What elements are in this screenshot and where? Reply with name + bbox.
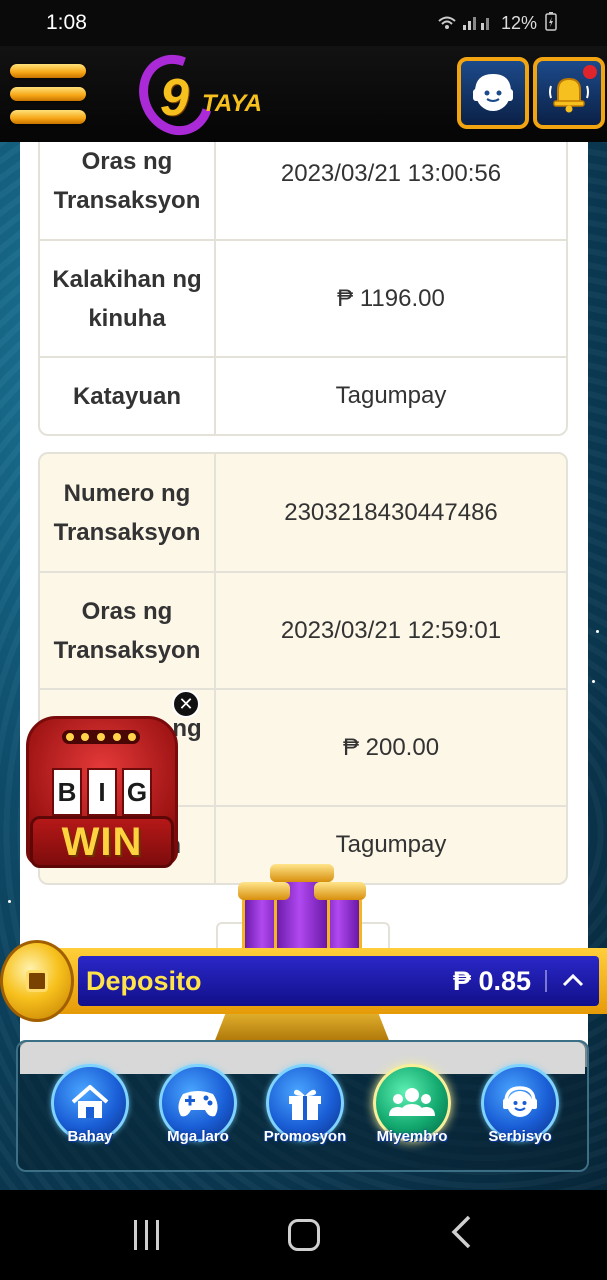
sparkle bbox=[592, 680, 595, 683]
nav-item-members[interactable]: Miyembro bbox=[370, 1064, 454, 1164]
row-value: 2303218430447486 bbox=[284, 498, 498, 526]
notification-button[interactable] bbox=[533, 57, 605, 129]
nav-label: Serbisyo bbox=[488, 1128, 552, 1145]
row-value: 2023/03/21 13:00:56 bbox=[280, 160, 502, 187]
table-row: Oras ng Transaksyon 2023/03/21 13:00:56 bbox=[40, 142, 566, 239]
row-label: Katayuan bbox=[40, 358, 216, 434]
nav-label: Mga laro bbox=[167, 1128, 229, 1145]
back-icon[interactable] bbox=[449, 1214, 473, 1257]
brand-logo[interactable]: 9 TAYA bbox=[126, 42, 270, 148]
gift-icon bbox=[289, 1089, 321, 1120]
deposit-label: Deposito bbox=[86, 965, 202, 996]
status-indicators: 12% bbox=[437, 11, 557, 36]
nav-item-games[interactable]: Mga laro bbox=[156, 1064, 240, 1164]
close-icon[interactable]: ✕ bbox=[172, 690, 200, 718]
system-navigation-bar bbox=[0, 1190, 607, 1280]
sparkle bbox=[596, 630, 599, 633]
wifi-signal-icon bbox=[437, 13, 493, 34]
sparkle bbox=[8, 900, 11, 903]
nav-item-service[interactable]: Serbisyo bbox=[478, 1064, 562, 1164]
reel-letter: B bbox=[52, 768, 82, 816]
coin-icon bbox=[0, 940, 74, 1022]
status-bar: 1:08 12% bbox=[0, 0, 607, 46]
chevron-up-icon[interactable] bbox=[561, 967, 585, 995]
balance-amount: ₱ 0.85 bbox=[452, 965, 531, 996]
notification-badge bbox=[583, 65, 597, 79]
row-label: Oras ng Transaksyon bbox=[40, 142, 216, 239]
logo-numeral: 9 bbox=[160, 69, 189, 127]
row-value: Tagumpay bbox=[335, 382, 447, 409]
row-value: 2023/03/21 12:59:01 bbox=[280, 616, 502, 644]
bottom-navigation: Bahay Mga laro Promosyon Miyembro Serbis… bbox=[16, 1040, 589, 1172]
battery-charging-icon bbox=[545, 11, 557, 36]
row-label: Numero ng Transaksyon bbox=[40, 454, 216, 571]
support-button[interactable] bbox=[457, 57, 529, 129]
row-value: ₱ 200.00 bbox=[342, 733, 440, 761]
nav-item-home[interactable]: Bahay bbox=[48, 1064, 132, 1164]
table-row: Kalakihan ng kinuha ₱ 1196.00 bbox=[40, 239, 566, 356]
slot-reels: B I G bbox=[52, 768, 152, 816]
big-win-promo[interactable]: B I G WIN bbox=[26, 716, 178, 874]
battery-percent: 12% bbox=[500, 12, 537, 33]
home-icon bbox=[71, 1085, 109, 1118]
deposit-bar[interactable]: Deposito ₱ 0.85 bbox=[30, 948, 607, 1014]
row-label: Kalakihan ng kinuha bbox=[40, 241, 216, 356]
reel-letter: I bbox=[87, 768, 117, 816]
transaction-record: Oras ng Transaksyon 2023/03/21 13:00:56 … bbox=[38, 142, 568, 436]
table-row: Oras ng Transaksyon 2023/03/21 12:59:01 bbox=[40, 571, 566, 688]
nav-label: Bahay bbox=[67, 1128, 113, 1145]
table-row: Numero ng Transaksyon 2303218430447486 bbox=[40, 454, 566, 571]
nav-label: Miyembro bbox=[376, 1128, 448, 1145]
hamburger-menu-icon[interactable] bbox=[10, 62, 86, 126]
gamepad-icon bbox=[178, 1091, 218, 1117]
home-button-icon[interactable] bbox=[287, 1219, 320, 1251]
status-time: 1:08 bbox=[46, 11, 87, 34]
recent-apps-icon[interactable] bbox=[134, 1220, 160, 1250]
members-icon bbox=[389, 1088, 435, 1116]
logo-text: TAYA bbox=[202, 90, 262, 117]
nav-item-promotions[interactable]: Promosyon bbox=[263, 1064, 347, 1164]
row-value: ₱ 1196.00 bbox=[337, 284, 445, 312]
reel-letter: G bbox=[122, 768, 152, 816]
headset-icon bbox=[473, 73, 513, 111]
win-label: WIN bbox=[30, 816, 174, 868]
headset-icon bbox=[503, 1086, 537, 1117]
table-row: Katayuan Tagumpay bbox=[40, 356, 566, 434]
app-header: 9 TAYA bbox=[0, 42, 607, 148]
row-label: Oras ng Transaksyon bbox=[40, 573, 216, 688]
nav-label: Promosyon bbox=[263, 1128, 347, 1145]
